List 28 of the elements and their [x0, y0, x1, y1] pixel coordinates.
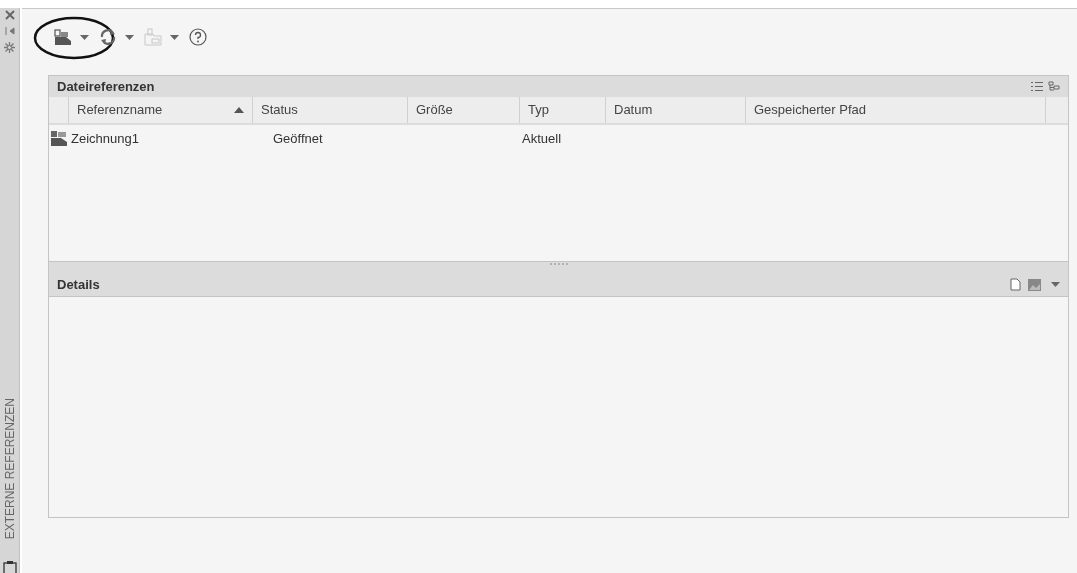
help-icon[interactable]: [189, 28, 207, 46]
column-header[interactable]: Gespeicherter Pfad: [746, 97, 1046, 123]
column-header[interactable]: Datum: [606, 97, 746, 123]
clipboard-icon: [2, 561, 17, 573]
grip-icon[interactable]: [548, 262, 569, 266]
dropdown-caret-icon[interactable]: [125, 34, 134, 40]
attach-reference-icon[interactable]: [54, 28, 72, 46]
list-view-icon[interactable]: [1031, 81, 1043, 92]
drawing-file-icon: [51, 130, 67, 146]
column-header[interactable]: Größe: [408, 97, 520, 123]
dropdown-caret-icon[interactable]: [1051, 282, 1060, 287]
table-cell: Aktuell: [522, 131, 562, 146]
document-icon[interactable]: [1010, 278, 1022, 291]
table-cell: Zeichnung1: [71, 131, 139, 146]
panel-title: EXTERNE REFERENZEN: [2, 397, 17, 539]
tree-view-icon[interactable]: [1048, 81, 1060, 92]
section-title: Details: [57, 275, 100, 294]
dropdown-caret-icon[interactable]: [80, 34, 89, 40]
column-header[interactable]: Referenzname: [69, 97, 253, 123]
section-title: Dateireferenzen: [57, 77, 155, 96]
table-cell: Geöffnet: [273, 131, 323, 146]
refresh-icon[interactable]: [99, 28, 117, 46]
image-icon[interactable]: [1028, 278, 1041, 291]
settings-icon[interactable]: [4, 42, 15, 53]
column-header[interactable]: Status: [253, 97, 408, 123]
collapse-icon[interactable]: [4, 26, 15, 36]
column-header[interactable]: Typ: [520, 97, 606, 123]
close-icon[interactable]: [4, 10, 15, 20]
